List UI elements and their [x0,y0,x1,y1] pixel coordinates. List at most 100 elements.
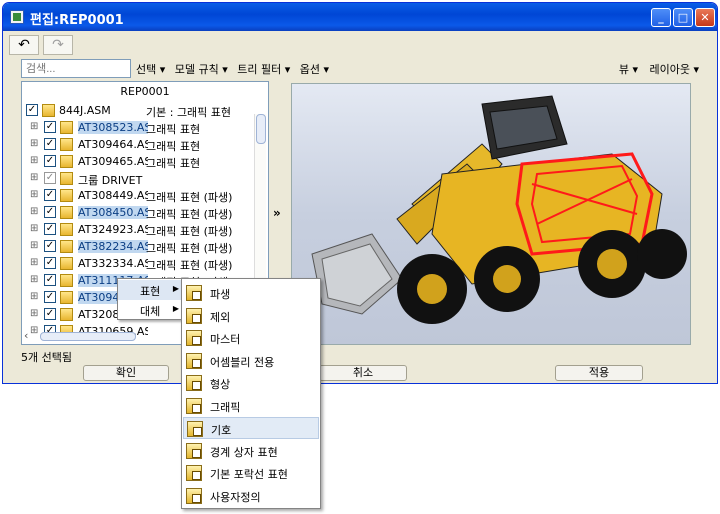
row-checkbox[interactable]: ✓ [26,104,38,116]
derived-icon [186,285,202,301]
apply-button[interactable]: 적용 [555,365,643,381]
selection-status: 5개 선택됨 [21,351,72,364]
row-representation: 그래픽 표현 [146,123,201,136]
row-name: AT332334.AS [78,257,148,270]
expand-toggle-icon[interactable]: ⊞ [30,224,40,234]
menu-view[interactable]: 뷰 ▾ [619,63,638,76]
rep-menu-item-graphics[interactable]: 그래픽 [183,395,319,417]
cancel-button[interactable]: 취소 [319,365,407,381]
rep-menu-item-default-envelope[interactable]: 기본 포락선 표현 [183,462,319,484]
row-name: 그룹 DRIVET [78,174,143,187]
search-input[interactable] [21,59,131,78]
rep-menu-item-exclude[interactable]: 제외 [183,305,319,327]
expand-toggle-icon[interactable]: ⊞ [30,292,40,302]
rep-menu-item-geometry[interactable]: 형상 [183,372,319,394]
menu-tree-filter[interactable]: 트리 필터 ▾ [237,63,290,76]
title-bar[interactable]: 편집:REP0001 _ □ ✕ [3,3,717,31]
rep-menu-item-user-defined[interactable]: 사용자정의 [183,485,319,507]
tree-row[interactable]: ⊞ ✓ AT308449.AS 그래픽 표현 (파생) [22,187,252,204]
minimize-button[interactable]: _ [651,8,671,27]
maximize-button[interactable]: □ [673,8,693,27]
symbolic-icon [187,421,203,437]
part-icon [60,189,73,202]
expand-toggle-icon[interactable]: ⊞ [30,258,40,268]
rep-menu-item-derived[interactable]: 파생 [183,282,319,304]
expand-toggle-icon[interactable]: ⊞ [30,241,40,251]
expand-toggle-icon[interactable]: ⊞ [30,139,40,149]
row-checkbox[interactable]: ✓ [44,155,56,167]
row-representation: 그래픽 표현 (파생) [146,191,233,204]
row-name: AT382234.AS [78,240,148,253]
rep-menu-item-assembly-only[interactable]: 어셈블리 전용 [183,350,319,372]
default-envelope-icon [186,465,202,481]
tree-row[interactable]: ⊞ ✓ AT309464.AS 그래픽 표현 [22,136,252,153]
rep-menu-item-symbolic[interactable]: 기호 [183,417,319,439]
undo-button[interactable]: ↶ [9,35,39,55]
menu-item-substitute[interactable]: 대체 ▶ [118,300,184,320]
tree-row[interactable]: ⊞ ✓ AT382234.AS 그래픽 표현 (파생) [22,238,252,255]
redo-button[interactable]: ↷ [43,35,73,55]
row-checkbox[interactable]: ✓ [44,257,56,269]
row-checkbox[interactable]: ✓ [44,206,56,218]
part-icon [60,240,73,253]
row-representation: 그래픽 표현 [146,140,201,153]
tree-row[interactable]: ⊞ ✓ AT309465.AS 그래픽 표현 [22,153,252,170]
row-name: AT308449.AS [78,189,148,202]
representation-submenu: 파생 제외 마스터 어셈블리 전용 형상 그래픽 기호 경계 상자 표현 기본 포락선 표현 사용… [181,278,321,509]
assembly-icon [42,104,55,117]
row-name: AT324923.AS [78,223,148,236]
row-checkbox[interactable]: ✓ [44,189,56,201]
scroll-thumb[interactable] [40,332,136,341]
geometry-icon [186,375,202,391]
menu-layout[interactable]: 레이아웃 ▾ [650,63,700,76]
tree-row[interactable]: ✓ 844J.ASM 기본 : 그래픽 표현 [22,102,252,119]
expand-toggle-icon[interactable]: ⊞ [30,190,40,200]
tree-row[interactable]: ⊞ ✓ AT324923.AS 그래픽 표현 (파생) [22,221,252,238]
row-checkbox[interactable]: ✓ [44,138,56,150]
part-icon [60,206,73,219]
row-checkbox[interactable]: ✓ [44,308,56,320]
expand-toggle-icon[interactable]: ⊞ [30,122,40,132]
tree-row[interactable]: ⊞ ✓ AT332334.AS 그래픽 표현 (파생) [22,255,252,272]
row-representation: 그래픽 표현 (파생) [146,208,233,221]
undo-icon: ↶ [18,37,30,53]
expand-toggle-icon[interactable]: ⊞ [30,275,40,285]
context-menu: 표현 ▶ 대체 ▶ [117,278,185,320]
scroll-left-icon[interactable]: ‹ [24,329,28,342]
close-button[interactable]: ✕ [695,8,715,27]
expand-toggle-icon[interactable]: ⊞ [30,156,40,166]
menu-item-representation[interactable]: 표현 ▶ [118,280,184,300]
expand-panel-button[interactable]: » [273,206,281,220]
tree-row[interactable]: ⊞ ✓ 그룹 DRIVET [22,170,252,187]
row-name: AT309465.AS [78,155,148,168]
redo-icon: ↷ [52,37,64,53]
row-name: 844J.ASM [59,104,111,117]
row-checkbox[interactable]: ✓ [44,291,56,303]
rep-menu-item-boundary-box[interactable]: 경계 상자 표현 [183,440,319,462]
menu-options[interactable]: 옵션 ▾ [300,63,329,76]
rep-menu-item-master[interactable]: 마스터 [183,327,319,349]
expand-toggle-icon[interactable]: ⊞ [30,173,40,183]
tree-row[interactable]: ⊞ ✓ AT308450.AS 그래픽 표현 (파생) [22,204,252,221]
scroll-thumb[interactable] [256,114,266,144]
row-checkbox[interactable]: ✓ [44,121,56,133]
tree-column-header: REP0001 [120,85,170,98]
tree-row[interactable]: ⊞ ✓ AT308523.AS 그래픽 표현 [22,119,252,136]
ok-button[interactable]: 확인 [83,365,169,381]
row-representation: 그래픽 표현 (파생) [146,225,233,238]
menu-select[interactable]: 선택 ▾ [136,63,165,76]
wheel-loader-render [311,95,687,324]
submenu-arrow-icon: ▶ [172,304,179,313]
row-checkbox[interactable]: ✓ [44,172,56,184]
expand-toggle-icon[interactable]: ⊞ [30,309,40,319]
row-name: AT309464.AS [78,138,148,151]
row-checkbox[interactable]: ✓ [44,223,56,235]
graphics-icon [186,397,202,414]
menu-model-rules[interactable]: 모델 규칙 ▾ [175,63,228,76]
expand-toggle-icon[interactable]: ⊞ [30,207,40,217]
row-checkbox[interactable]: ✓ [44,274,56,286]
exclude-icon [186,307,202,324]
row-checkbox[interactable]: ✓ [44,240,56,252]
row-representation: 그래픽 표현 [146,157,201,170]
model-3d-viewport[interactable] [291,83,691,345]
